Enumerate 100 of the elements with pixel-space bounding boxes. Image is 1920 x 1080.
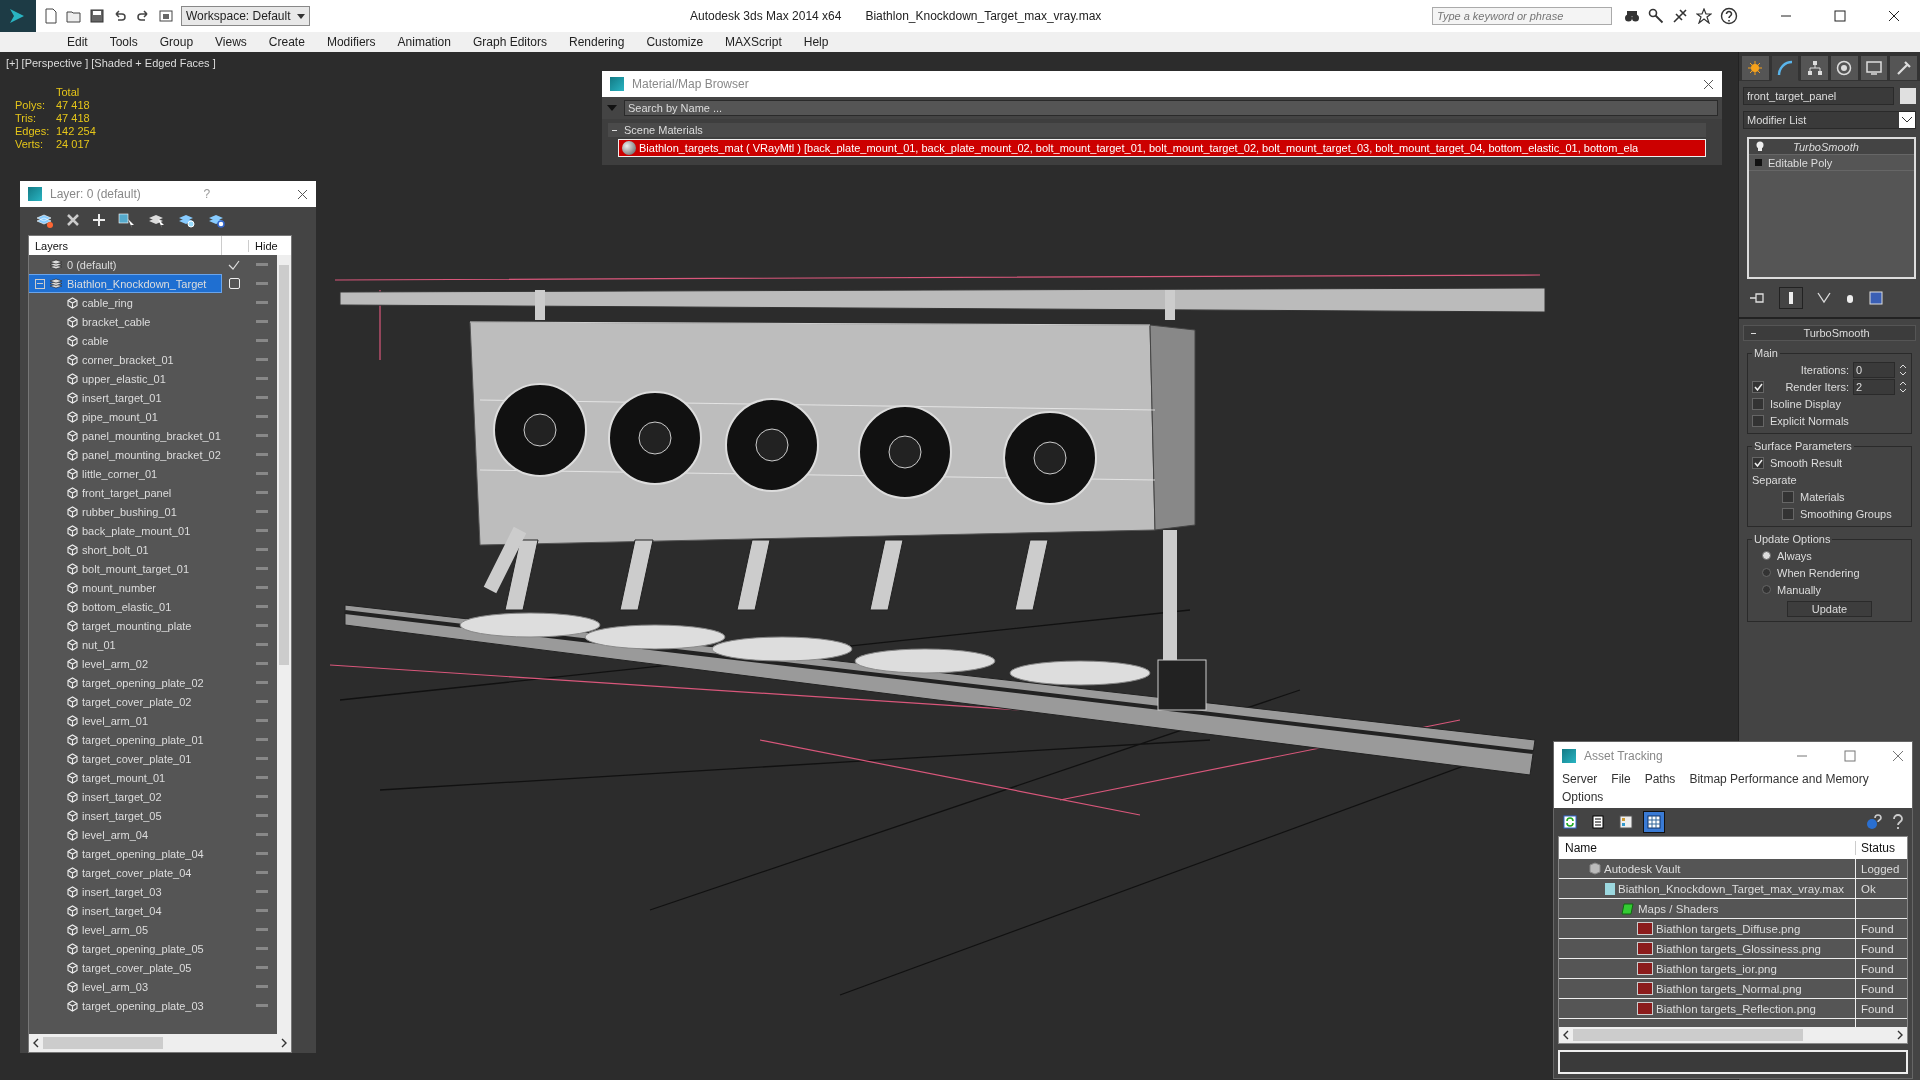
layer-row[interactable]: upper_elastic_01 [29,370,221,387]
scroll-right-icon[interactable] [280,1038,288,1048]
delete-icon[interactable] [66,213,80,227]
hide-toggle-icon[interactable] [256,377,268,380]
refresh-view-button[interactable] [1560,812,1580,832]
app-logo-icon[interactable] [0,0,36,32]
layer-row[interactable]: insert_target_02 [29,788,221,805]
menu-item[interactable]: Rendering [558,35,636,49]
hide-toggle-icon[interactable] [256,681,268,684]
layer-row[interactable]: target_cover_plate_02 [29,693,221,710]
layer-row[interactable]: bolt_mount_target_01 [29,560,221,577]
hide-toggle-icon[interactable] [256,624,268,627]
help-icon[interactable] [1890,814,1906,830]
remove-modifier-icon[interactable] [1845,292,1855,304]
hide-toggle-icon[interactable] [256,1004,268,1007]
hide-toggle-icon[interactable] [256,966,268,969]
hide-toggle-icon[interactable] [256,510,268,513]
layer-row[interactable]: panel_mounting_bracket_01 [29,427,221,444]
layer-row[interactable]: rubber_bushing_01 [29,503,221,520]
current-layer-toggle[interactable] [228,278,240,289]
hide-toggle-icon[interactable] [256,852,268,855]
layer-row[interactable]: insert_target_01 [29,389,221,406]
layer-row[interactable]: bracket_cable [29,313,221,330]
hide-toggle-icon[interactable] [256,909,268,912]
menu-item[interactable]: Paths [1644,772,1676,786]
hide-toggle-icon[interactable] [256,605,268,608]
hide-toggle-icon[interactable] [256,833,268,836]
modifier-stack-item[interactable]: TurboSmooth [1749,139,1914,155]
radio-button[interactable] [1762,568,1771,577]
layer-settings-icon[interactable] [208,212,226,228]
checkbox[interactable] [1752,456,1764,469]
layer-row[interactable]: nut_01 [29,636,221,653]
hide-toggle-icon[interactable] [256,586,268,589]
layer-row[interactable]: level_arm_04 [29,826,221,843]
layer-row[interactable]: target_cover_plate_05 [29,959,221,976]
radio-button[interactable] [1762,551,1771,560]
scroll-left-icon[interactable] [32,1038,40,1048]
close-icon[interactable] [297,188,308,200]
hide-toggle-icon[interactable] [256,548,268,551]
sun-icon[interactable] [1747,60,1764,76]
motion-tab[interactable] [1830,55,1859,81]
modify-tab[interactable] [1770,55,1800,81]
menu-item[interactable]: Edit [56,35,99,49]
hide-toggle-icon[interactable] [256,985,268,988]
display-tab[interactable] [1859,55,1889,81]
spinner-arrows-icon[interactable] [1899,379,1907,394]
expand-toggle[interactable] [1755,159,1762,166]
menu-item[interactable]: Views [204,35,258,49]
hide-toggle-icon[interactable] [256,643,268,646]
hide-toggle-icon[interactable] [256,415,268,418]
help-button[interactable]: ? [203,187,211,201]
layer-row[interactable]: target_opening_plate_02 [29,674,221,691]
menu-item[interactable]: Help [792,35,840,49]
collapse-toggle[interactable] [35,278,45,289]
asset-row[interactable]: Biathlon targets_ior.png [1559,959,1856,978]
undo-icon[interactable] [112,8,128,24]
column-header[interactable]: Layers [29,239,221,252]
layer-row[interactable]: corner_bracket_01 [29,351,221,368]
layer-row[interactable]: panel_mounting_bracket_02 [29,446,221,463]
modifier-list-dropdown[interactable]: Modifier List [1743,111,1916,129]
workspace-dropdown[interactable]: Workspace: Default [181,6,310,26]
hide-toggle-icon[interactable] [256,472,268,475]
new-file-icon[interactable] [43,8,59,24]
scroll-right-icon[interactable] [1896,1030,1904,1040]
layer-row[interactable]: target_opening_plate_01 [29,731,221,748]
object-name-field[interactable]: front_target_panel [1743,87,1894,105]
layer-row[interactable]: insert_target_03 [29,883,221,900]
hide-toggle-icon[interactable] [256,795,268,798]
column-header[interactable]: Status [1855,841,1907,855]
layer-row[interactable]: cable [29,332,221,349]
caret-icon[interactable] [1899,112,1915,128]
layer-row[interactable]: level_arm_02 [29,655,221,672]
hide-toggle-icon[interactable] [256,871,268,874]
checkbox[interactable] [1752,380,1764,393]
menu-item[interactable]: Server [1562,772,1598,786]
checkbox[interactable] [1752,397,1764,410]
layer-row[interactable]: level_arm_05 [29,921,221,938]
modifier-stack-item[interactable]: Editable Poly [1749,155,1914,171]
layer-row[interactable]: level_arm_01 [29,712,221,729]
new-layer-icon[interactable] [36,212,54,228]
asset-row[interactable]: Autodesk Vault [1559,859,1856,878]
hide-toggle-icon[interactable] [256,738,268,741]
layer-row[interactable]: little_corner_01 [29,465,221,482]
layer-row[interactable]: target_opening_plate_04 [29,845,221,862]
hide-toggle-icon[interactable] [256,890,268,893]
layer-row[interactable]: insert_target_05 [29,807,221,824]
hide-toggle-icon[interactable] [256,776,268,779]
redo-icon[interactable] [135,8,151,24]
close-icon[interactable] [1888,10,1900,22]
scroll-left-icon[interactable] [1562,1030,1570,1040]
hierarchy-tab[interactable] [1800,55,1829,81]
hide-toggle-icon[interactable] [256,662,268,665]
hide-toggle-icon[interactable] [256,491,268,494]
asset-row[interactable]: Maps / Shaders [1559,899,1856,918]
menu-item[interactable]: File [1611,772,1631,786]
layer-row[interactable]: target_mounting_plate [29,617,221,634]
spinner-field[interactable]: 2 [1853,378,1895,395]
hide-toggle-icon[interactable] [256,320,268,323]
thumbnails-view-button[interactable] [1616,812,1636,832]
layer-row[interactable]: target_mount_01 [29,769,221,786]
